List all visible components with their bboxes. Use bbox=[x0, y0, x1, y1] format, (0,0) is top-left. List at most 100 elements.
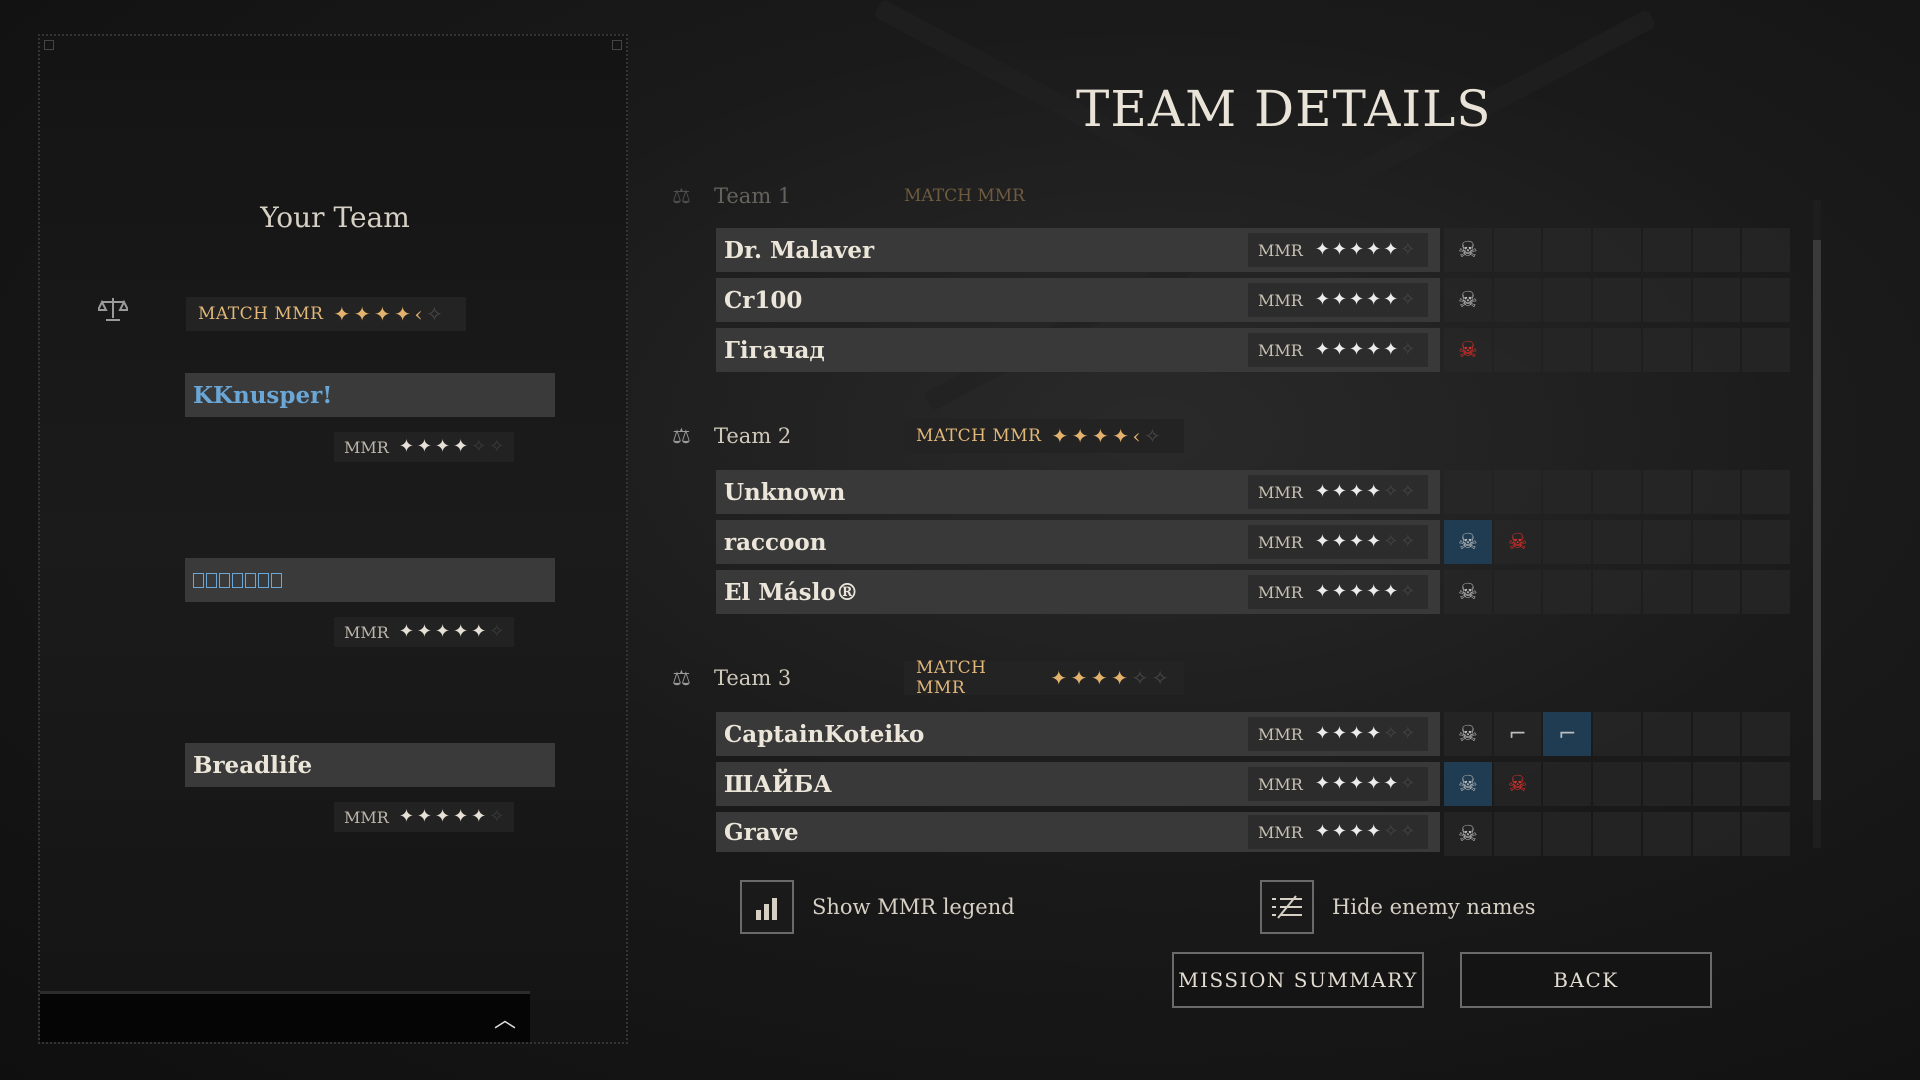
mmr-star-icon: ✦ bbox=[453, 436, 469, 457]
player-name: Гігачад bbox=[724, 336, 825, 364]
match-mmr-label: MATCH MMR bbox=[916, 658, 987, 698]
mmr-label: MMR bbox=[1258, 532, 1303, 552]
mmr-label: MMR bbox=[1258, 582, 1303, 602]
killed-by-skull-icon[interactable]: ☠ bbox=[1444, 328, 1492, 372]
your-team-match-mmr: MATCH MMR ✦ ✦ ✦ ✦ ‹ ✧ bbox=[186, 297, 466, 331]
skull-target-icon[interactable]: ☠ bbox=[1444, 278, 1492, 322]
team-3-player-row[interactable]: Grave MMR ✦ ✦ ✦ ✦ ✧ ✧ bbox=[716, 812, 1440, 852]
page-title: TEAM DETAILS bbox=[1076, 80, 1492, 138]
player-name: Cr100 bbox=[724, 286, 803, 314]
player-mmr: MMR ✦ ✦ ✦ ✦ ✧ ✧ bbox=[1248, 717, 1428, 751]
mmr-star-icon: ✦ bbox=[373, 302, 392, 326]
player-mmr: MMR ✦ ✦ ✦ ✦ ✦ ✧ bbox=[1248, 575, 1428, 609]
team-2-header: ⚖ Team 2 MATCH MMR ✦ ✦ ✦ ✦ ‹ ✧ bbox=[672, 416, 1184, 456]
mmr-empty-star-icon: ✧ bbox=[489, 806, 505, 827]
team-1-player-row[interactable]: Гігачад MMR ✦ ✦ ✦ ✦ ✦ ✧ bbox=[716, 328, 1440, 372]
panel-corner bbox=[612, 40, 622, 50]
mmr-star-icon: ✦ bbox=[394, 302, 412, 326]
team-list-scrollbar[interactable] bbox=[1813, 200, 1821, 848]
player-name: Unknown bbox=[724, 478, 846, 506]
team-2-player-row[interactable]: El Máslo® MMR ✦ ✦ ✦ ✦ ✦ ✧ bbox=[716, 570, 1440, 614]
mmr-star-icon: ✦ bbox=[353, 302, 371, 326]
killed-by-skull-icon[interactable]: ☠ bbox=[1493, 762, 1542, 806]
bar-chart-icon[interactable] bbox=[740, 880, 794, 934]
player-mmr: MMR ✦ ✦ ✦ ✦ ✧ ✧ bbox=[1248, 815, 1428, 849]
mmr-star-icon: ✦ bbox=[435, 436, 451, 457]
hide-list-icon[interactable] bbox=[1260, 880, 1314, 934]
player-name: ШАЙБА bbox=[724, 770, 833, 798]
player-event-grid bbox=[1444, 470, 1791, 514]
balance-scale-icon: ⚖ bbox=[672, 184, 691, 208]
your-player-2-name[interactable] bbox=[185, 558, 555, 602]
show-mmr-legend-toggle[interactable]: Show MMR legend bbox=[740, 880, 1015, 934]
player-name: El Máslo® bbox=[724, 578, 859, 606]
revolver-icon[interactable]: ⌐ bbox=[1543, 712, 1592, 756]
player-name: raccoon bbox=[724, 528, 827, 556]
mmr-star-icon: ✦ bbox=[435, 806, 451, 827]
skull-target-icon[interactable]: ☠ bbox=[1444, 228, 1492, 272]
your-player-3-mmr: MMR ✦ ✦ ✦ ✦ ✦ ✧ bbox=[334, 802, 514, 832]
player-mmr: MMR ✦ ✦ ✦ ✦ ✦ ✧ bbox=[1248, 333, 1428, 367]
balance-scale-icon: ⚖ bbox=[672, 666, 691, 690]
player-mmr: MMR ✦ ✦ ✦ ✦ ✧ ✧ bbox=[1248, 525, 1428, 559]
hide-enemy-names-label: Hide enemy names bbox=[1332, 895, 1536, 919]
your-player-1-mmr: MMR ✦ ✦ ✦ ✦ ✧ ✧ bbox=[334, 432, 514, 462]
team-1-header: ⚖ Team 1 MATCH MMR bbox=[672, 176, 1025, 216]
downed-by-you-icon[interactable]: ☠ bbox=[1444, 520, 1492, 564]
hide-enemy-names-toggle[interactable]: Hide enemy names bbox=[1260, 880, 1536, 934]
player-mmr: MMR ✦ ✦ ✦ ✦ ✧ ✧ bbox=[1248, 475, 1428, 509]
panel-footer: ︿ bbox=[40, 991, 530, 1042]
mmr-star-icon: ✦ bbox=[471, 806, 487, 827]
downed-by-you-icon[interactable]: ☠ bbox=[1444, 762, 1492, 806]
mmr-empty-star-icon: ✧ bbox=[489, 436, 505, 457]
chevron-up-icon[interactable]: ︿ bbox=[494, 1002, 516, 1034]
team-2-player-row[interactable]: Unknown MMR ✦ ✦ ✦ ✦ ✧ ✧ bbox=[716, 470, 1440, 514]
mmr-star-icon: ✦ bbox=[471, 621, 487, 642]
mmr-label: MMR bbox=[1258, 724, 1303, 744]
revolver-icon[interactable]: ⌐ bbox=[1493, 712, 1542, 756]
team-3-player-row[interactable]: CaptainKoteiko MMR ✦ ✦ ✦ ✦ ✧ ✧ bbox=[716, 712, 1440, 756]
player-event-grid: ☠ bbox=[1444, 570, 1791, 614]
panel-corner bbox=[44, 40, 54, 50]
mmr-label: MMR bbox=[1258, 482, 1303, 502]
player-event-grid: ☠ bbox=[1444, 278, 1791, 322]
player-event-grid: ☠ bbox=[1444, 812, 1791, 856]
mmr-label: MMR bbox=[1258, 822, 1303, 842]
team-1-player-row[interactable]: Cr100 MMR ✦ ✦ ✦ ✦ ✦ ✧ bbox=[716, 278, 1440, 322]
match-mmr-label: MATCH MMR bbox=[904, 186, 1025, 206]
player-mmr: MMR ✦ ✦ ✦ ✦ ✦ ✧ bbox=[1248, 767, 1428, 801]
mission-summary-button[interactable]: MISSION SUMMARY bbox=[1172, 952, 1424, 1008]
skull-target-icon[interactable]: ☠ bbox=[1444, 712, 1492, 756]
team-3-match-mmr: MATCH MMR ✦ ✦ ✦ ✦ ✧ ✧ bbox=[904, 658, 1184, 698]
mmr-label: MMR bbox=[1258, 290, 1303, 310]
mmr-label: MMR bbox=[344, 622, 389, 642]
killed-by-skull-icon[interactable]: ☠ bbox=[1493, 520, 1542, 564]
team-1-player-row[interactable]: Dr. Malaver MMR ✦ ✦ ✦ ✦ ✦ ✧ bbox=[716, 228, 1440, 272]
your-team-panel: Your Team MATCH MMR ✦ ✦ ✦ ✦ ‹ ✧ KKnusper… bbox=[38, 34, 628, 1044]
player-event-grid: ☠ ☠ bbox=[1444, 520, 1791, 564]
mmr-star-icon: ✦ bbox=[398, 806, 414, 827]
player-mmr: MMR ✦ ✦ ✦ ✦ ✦ ✧ bbox=[1248, 283, 1428, 317]
balance-scale-icon: ⚖ bbox=[672, 424, 691, 448]
back-button[interactable]: BACK bbox=[1460, 952, 1712, 1008]
mmr-half-star-icon: ‹ bbox=[414, 302, 424, 326]
player-name: Grave bbox=[724, 818, 799, 846]
skull-target-icon[interactable]: ☠ bbox=[1444, 812, 1492, 856]
scrollbar-thumb[interactable] bbox=[1813, 240, 1821, 800]
mmr-star-icon: ✦ bbox=[416, 806, 432, 827]
your-player-1-name[interactable]: KKnusper! bbox=[185, 373, 555, 417]
skull-target-icon[interactable]: ☠ bbox=[1444, 570, 1492, 614]
team-3-player-row[interactable]: ШАЙБА MMR ✦ ✦ ✦ ✦ ✦ ✧ bbox=[716, 762, 1440, 806]
mmr-empty-star-icon: ✧ bbox=[489, 621, 505, 642]
mmr-label: MMR bbox=[344, 437, 389, 457]
player-mmr: MMR ✦ ✦ ✦ ✦ ✦ ✧ bbox=[1248, 233, 1428, 267]
mmr-empty-star-icon: ✧ bbox=[471, 436, 487, 457]
your-player-3-name[interactable]: Breadlife bbox=[185, 743, 555, 787]
your-team-title: Your Team bbox=[260, 201, 410, 234]
player-event-grid: ☠ bbox=[1444, 228, 1791, 272]
team-2-player-row[interactable]: raccoon MMR ✦ ✦ ✦ ✦ ✧ ✧ bbox=[716, 520, 1440, 564]
team-name: Team 3 bbox=[714, 666, 792, 690]
match-mmr-label: MATCH MMR bbox=[916, 426, 1042, 446]
team-name: Team 2 bbox=[714, 424, 792, 448]
mmr-star-icon: ✦ bbox=[453, 621, 469, 642]
